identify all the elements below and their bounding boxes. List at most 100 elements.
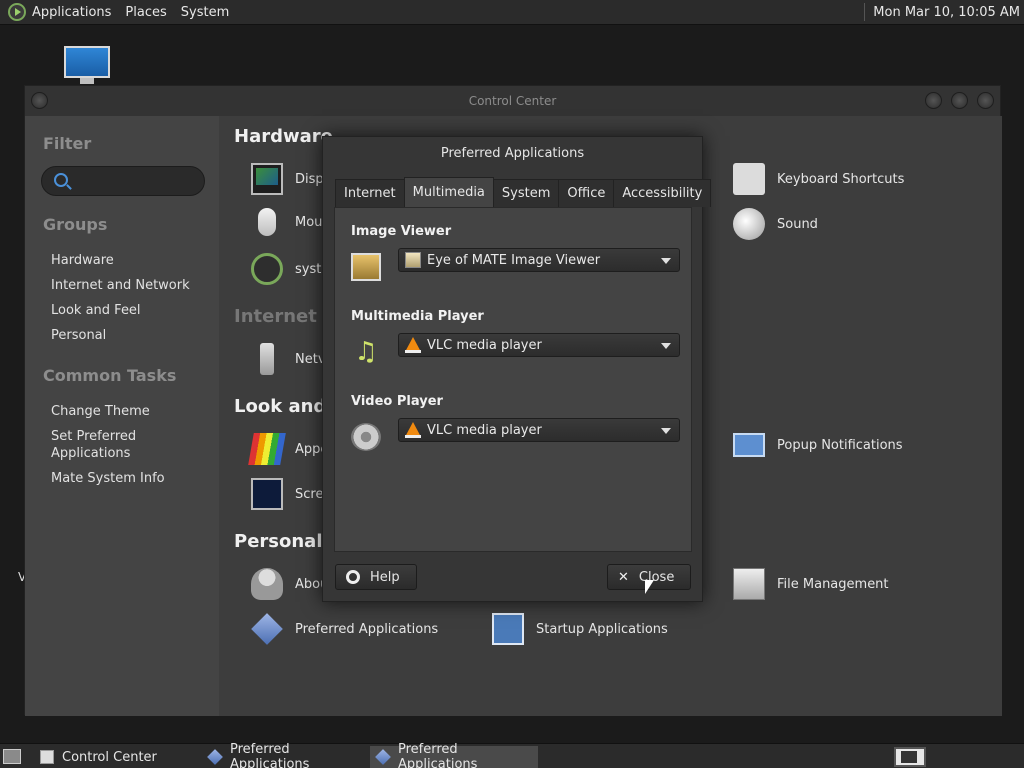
dialog-titlebar[interactable]: Preferred Applications — [323, 137, 702, 169]
common-tasks-heading: Common Tasks — [43, 366, 177, 385]
item-label: Keyboard Shortcuts — [777, 171, 905, 187]
item-network[interactable]: Netv — [251, 343, 326, 375]
groups-heading: Groups — [43, 215, 108, 234]
help-icon — [346, 570, 360, 584]
item-sound[interactable]: Sound — [733, 208, 818, 240]
multimedia-player-label: Multimedia Player — [351, 309, 484, 324]
item-display[interactable]: Disp — [251, 163, 324, 195]
menu-places[interactable]: Places — [125, 5, 166, 20]
chevron-down-icon — [661, 258, 671, 264]
tab-system[interactable]: System — [492, 179, 560, 207]
mouse-icon — [258, 208, 276, 236]
item-label: Netv — [295, 351, 326, 367]
search-icon — [54, 173, 68, 187]
item-label: Mou — [295, 214, 323, 230]
popup-notifications-icon — [733, 433, 765, 457]
task-preferred-applications-active[interactable]: Preferred Applications — [370, 742, 538, 768]
multimedia-panel: Image Viewer Eye of MATE Image Viewer Mu… — [334, 207, 692, 552]
image-viewer-label: Image Viewer — [351, 224, 452, 239]
item-keyboard-shortcuts[interactable]: Keyboard Shortcuts — [733, 163, 904, 195]
vlc-icon — [405, 337, 421, 353]
clock-area: Mon Mar 10, 10:05 AM — [864, 0, 1024, 25]
window-menu-button[interactable] — [31, 92, 48, 109]
video-player-label: Video Player — [351, 394, 443, 409]
item-file-management[interactable]: File Management — [733, 568, 889, 600]
preferred-applications-icon — [375, 749, 391, 765]
music-note-icon: ♫ — [354, 337, 378, 367]
computer-icon[interactable] — [62, 44, 114, 86]
tab-multimedia[interactable]: Multimedia — [403, 177, 494, 207]
item-label: Sound — [777, 216, 818, 232]
item-appearance[interactable]: Appe — [248, 433, 328, 465]
control-center-icon — [40, 750, 54, 764]
tab-internet[interactable]: Internet — [335, 179, 405, 207]
task-label: Control Center — [62, 749, 157, 765]
window-titlebar[interactable]: Control Center — [25, 86, 1000, 116]
display-icon — [251, 163, 283, 195]
image-viewer-select[interactable]: Eye of MATE Image Viewer — [398, 248, 680, 272]
task-set-preferred-applications[interactable]: Set Preferred Applications — [51, 428, 136, 462]
bottom-panel: Control Center Preferred Applications Pr… — [0, 742, 1024, 768]
appearance-icon — [248, 433, 286, 465]
multimedia-player-value: VLC media player — [427, 337, 542, 353]
image-viewer-icon — [351, 253, 381, 281]
item-preferred-applications[interactable]: Preferred Applications — [251, 613, 438, 645]
group-personal[interactable]: Personal — [51, 327, 106, 344]
top-panel: Applications Places System Mon Mar 10, 1… — [0, 0, 1024, 25]
tab-accessibility[interactable]: Accessibility — [613, 179, 712, 207]
multimedia-player-select[interactable]: VLC media player — [398, 333, 680, 357]
maximize-button[interactable] — [951, 92, 968, 109]
close-window-button[interactable] — [977, 92, 994, 109]
item-label: File Management — [777, 576, 889, 592]
sound-icon — [733, 208, 765, 240]
monitor-stand — [80, 78, 94, 84]
group-hardware[interactable]: Hardware — [51, 252, 114, 269]
help-label: Help — [370, 569, 400, 585]
system-icon — [251, 253, 283, 285]
menu-applications[interactable]: Applications — [32, 5, 111, 20]
item-screensaver[interactable]: Scree — [251, 478, 331, 510]
eye-of-mate-icon — [405, 252, 421, 268]
item-startup-applications[interactable]: Startup Applications — [492, 613, 668, 645]
show-desktop-icon[interactable] — [3, 749, 21, 764]
minimize-button[interactable] — [925, 92, 942, 109]
preferred-applications-icon — [251, 613, 283, 645]
video-player-select[interactable]: VLC media player — [398, 418, 680, 442]
tab-bar: Internet Multimedia System Office Access… — [335, 177, 712, 207]
startup-applications-icon — [492, 613, 524, 645]
preferred-applications-dialog: Preferred Applications Internet Multimed… — [322, 136, 712, 602]
network-icon — [260, 343, 274, 375]
task-change-theme[interactable]: Change Theme — [51, 403, 150, 420]
item-label: Disp — [295, 171, 324, 187]
mate-logo-icon[interactable] — [8, 3, 26, 21]
group-internet-network[interactable]: Internet and Network — [51, 277, 190, 294]
task-preferred-applications[interactable]: Preferred Applications — [202, 742, 368, 768]
search-input[interactable] — [41, 166, 205, 196]
window-title: Control Center — [468, 94, 557, 108]
keyboard-shortcuts-icon — [733, 163, 765, 195]
screensaver-icon — [251, 478, 283, 510]
tab-office[interactable]: Office — [558, 179, 615, 207]
preferred-applications-icon — [207, 749, 223, 765]
item-about-me[interactable]: Abou — [251, 568, 328, 600]
video-player-value: VLC media player — [427, 422, 542, 438]
clock[interactable]: Mon Mar 10, 10:05 AM — [873, 5, 1020, 20]
monitor-screen — [64, 46, 110, 78]
workspace-switcher[interactable] — [894, 747, 926, 767]
item-label: Popup Notifications — [777, 437, 903, 453]
menu-system[interactable]: System — [181, 5, 229, 20]
item-label: Preferred Applications — [295, 621, 439, 637]
help-button[interactable]: Help — [335, 564, 417, 590]
item-mouse[interactable]: Mou — [251, 208, 322, 236]
vlc-icon — [405, 422, 421, 438]
sidebar: Filter Groups Hardware Internet and Netw… — [25, 116, 219, 716]
task-mate-system-info[interactable]: Mate System Info — [51, 470, 165, 487]
chevron-down-icon — [661, 428, 671, 434]
item-popup-notifications[interactable]: Popup Notifications — [733, 433, 903, 457]
chevron-down-icon — [661, 343, 671, 349]
item-system[interactable]: syste — [251, 253, 329, 285]
group-look-and-feel[interactable]: Look and Feel — [51, 302, 141, 319]
task-control-center[interactable]: Control Center — [34, 746, 200, 768]
film-reel-icon — [351, 423, 381, 451]
category-internet: Internet a — [234, 306, 336, 327]
